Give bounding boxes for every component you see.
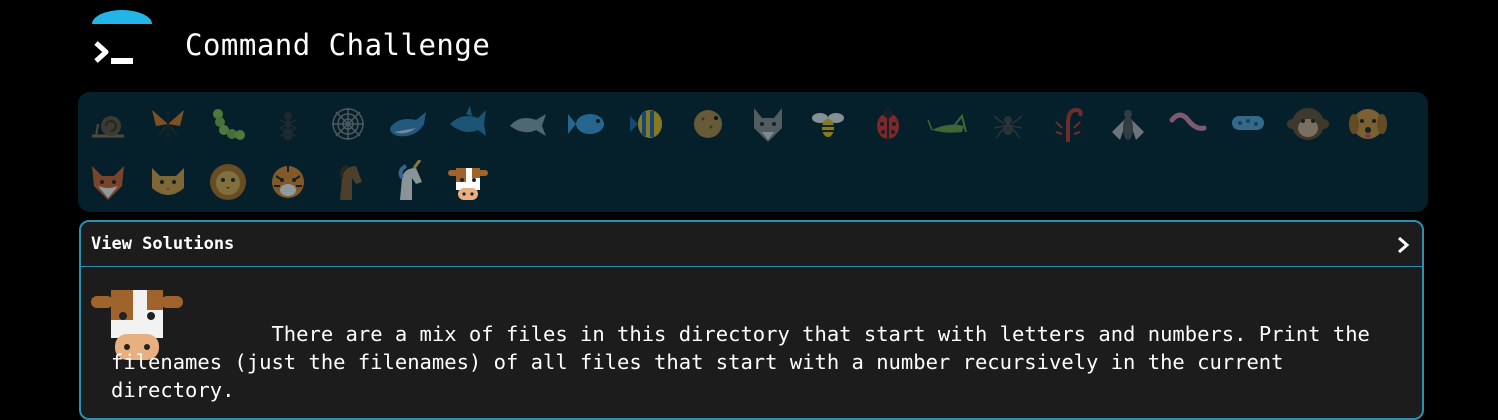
whale-challenge-icon[interactable] [384, 100, 432, 148]
scorpion-challenge-icon[interactable] [1044, 100, 1092, 148]
solutions-panel: View Solutions There are a mix of files … [79, 220, 1424, 420]
cricket-challenge-icon[interactable] [924, 100, 972, 148]
ladybug-challenge-icon[interactable] [864, 100, 912, 148]
worm-challenge-icon[interactable] [1164, 100, 1212, 148]
spider-web-challenge-icon[interactable] [324, 100, 372, 148]
monkey-challenge-icon[interactable] [1284, 100, 1332, 148]
ant-challenge-icon[interactable] [264, 100, 312, 148]
dog-challenge-icon[interactable] [1344, 100, 1392, 148]
fly-challenge-icon[interactable] [1104, 100, 1152, 148]
cow-challenge-icon[interactable] [444, 158, 492, 206]
cat-challenge-icon[interactable] [144, 158, 192, 206]
blowfish-challenge-icon[interactable] [684, 100, 732, 148]
bee-challenge-icon[interactable] [804, 100, 852, 148]
page-title: Command Challenge [185, 28, 491, 62]
view-solutions-toggle[interactable]: View Solutions [81, 222, 1422, 267]
challenge-description: There are a mix of files in this directo… [111, 320, 1381, 404]
fish-challenge-icon[interactable] [564, 100, 612, 148]
challenge-animal-bar [78, 92, 1428, 212]
fox-challenge-icon[interactable] [84, 158, 132, 206]
unicorn-challenge-icon[interactable] [384, 158, 432, 206]
tropical-fish-challenge-icon[interactable] [624, 100, 672, 148]
spider-challenge-icon[interactable] [984, 100, 1032, 148]
dolphin-challenge-icon[interactable] [504, 100, 552, 148]
lion-challenge-icon[interactable] [204, 158, 252, 206]
butterfly-challenge-icon[interactable] [144, 100, 192, 148]
tiger-challenge-icon[interactable] [264, 158, 312, 206]
description-indent [111, 322, 271, 346]
wolf-challenge-icon[interactable] [744, 100, 792, 148]
chevron-right-icon[interactable] [1396, 235, 1410, 255]
view-solutions-label: View Solutions [91, 234, 235, 254]
terminal-logo-icon[interactable] [86, 10, 158, 74]
horse-challenge-icon[interactable] [324, 158, 372, 206]
header: Command Challenge [0, 0, 1498, 90]
caterpillar-challenge-icon[interactable] [204, 100, 252, 148]
snail-challenge-icon[interactable] [84, 100, 132, 148]
shark-challenge-icon[interactable] [444, 100, 492, 148]
description-text: There are a mix of files in this directo… [111, 322, 1383, 402]
microbe-challenge-icon[interactable] [1224, 100, 1272, 148]
